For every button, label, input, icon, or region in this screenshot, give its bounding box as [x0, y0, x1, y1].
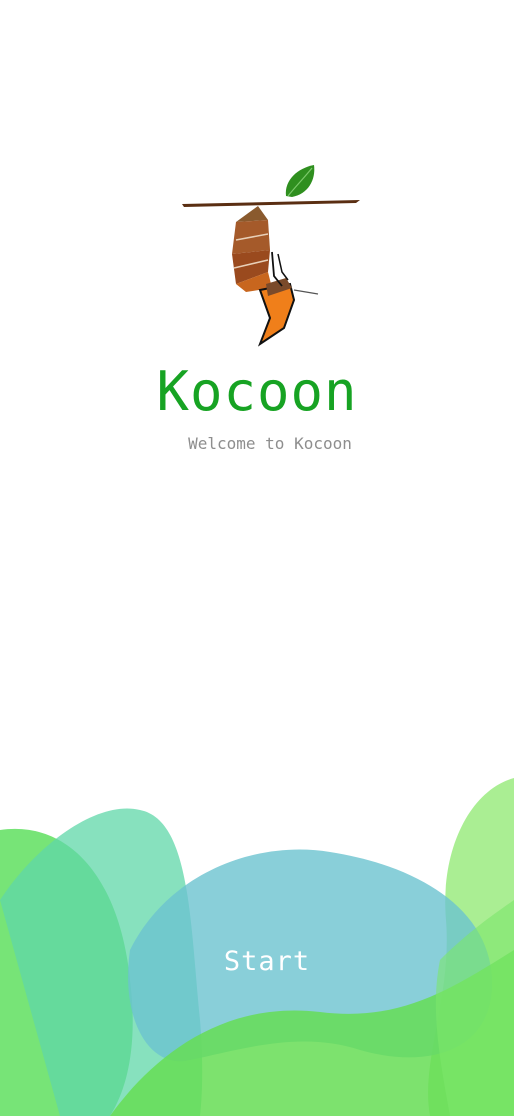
start-button[interactable]: Start — [187, 936, 347, 986]
app-title: Kocoon — [156, 360, 358, 423]
welcome-subtitle: Welcome to Kocoon — [188, 434, 352, 453]
kocoon-logo-icon — [182, 165, 360, 347]
